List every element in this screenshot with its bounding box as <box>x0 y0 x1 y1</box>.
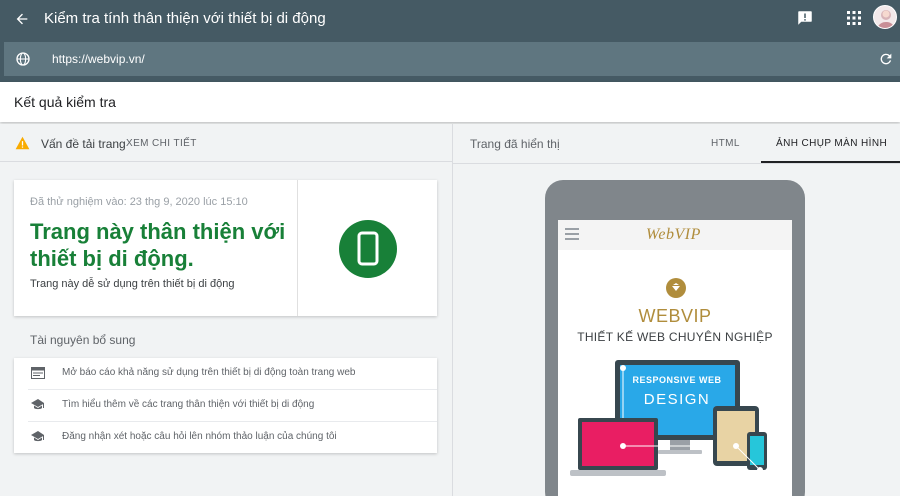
app-header: Kiểm tra tính thân thiện với thiết bị di… <box>0 0 900 82</box>
arrow-back-icon <box>16 13 28 25</box>
school-icon <box>31 399 44 410</box>
page-title: Kiểm tra tính thân thiện với thiết bị di… <box>44 10 326 27</box>
resource-item-learn[interactable]: Tìm hiểu thêm về các trang thân thiện vớ… <box>14 390 437 421</box>
site-hero-title: WEBVIP <box>638 306 712 326</box>
site-header: WebVIP <box>558 220 792 250</box>
resources-list: Mở báo cáo khả năng sử dụng trên thiết b… <box>14 358 437 453</box>
feedback-icon[interactable] <box>796 9 814 27</box>
site-logo: WebVIP <box>646 226 701 243</box>
tab-html[interactable]: HTML <box>711 138 740 149</box>
school-icon <box>31 431 44 442</box>
menu-icon <box>565 228 579 240</box>
smartphone-icon <box>357 231 379 266</box>
page-loading-issues-bar: Vấn đề tải trang XEM CHI TIẾT <box>0 124 452 162</box>
resource-item-discuss[interactable]: Đăng nhận xét hoặc câu hỏi lên nhóm thảo… <box>14 422 437 453</box>
verdict-headline: Trang này thân thiện với thiết bị di độn… <box>30 219 286 271</box>
results-pane: Vấn đề tải trang XEM CHI TIẾT Đã thử ngh… <box>0 124 452 496</box>
url-text[interactable]: https://webvip.vn/ <box>52 52 145 66</box>
preview-pane: Trang đã hiển thị HTML ẢNH CHỤP MÀN HÌNH… <box>452 124 900 496</box>
mobile-friendly-badge <box>339 220 397 278</box>
globe-icon <box>16 52 30 66</box>
results-heading: Kết quả kiểm tra <box>14 94 116 110</box>
responsive-design-illustration: RESPONSIVE WEB DESIGN <box>570 360 767 476</box>
resources-title: Tài nguyên bổ sung <box>30 333 136 347</box>
card-divider <box>297 180 298 316</box>
illustration-line2: DESIGN <box>644 391 711 408</box>
back-button[interactable] <box>9 6 35 32</box>
title-row: Kiểm tra tính thân thiện với thiết bị di… <box>0 0 900 38</box>
tab-screenshot[interactable]: ẢNH CHỤP MÀN HÌNH <box>776 138 887 149</box>
preview-tabs-bar: Trang đã hiển thị HTML ẢNH CHỤP MÀN HÌNH <box>453 124 900 164</box>
avatar-image <box>877 10 895 28</box>
screenshot-viewport: WebVIP WEBVIP THIẾT KẾ WEB CHUYÊN NGHIỆP… <box>558 220 792 496</box>
url-bar[interactable]: https://webvip.vn/ <box>4 42 900 76</box>
apps-grid-icon[interactable] <box>846 10 862 26</box>
issues-label: Vấn đề tải trang <box>41 137 126 151</box>
resource-item-report[interactable]: Mở báo cáo khả năng sử dụng trên thiết b… <box>14 358 437 389</box>
report-icon <box>31 367 45 379</box>
illustration-line1: RESPONSIVE WEB <box>632 375 721 385</box>
emblem-icon <box>666 278 686 298</box>
results-header: Kết quả kiểm tra <box>0 82 900 122</box>
site-hero-subtitle: THIẾT KẾ WEB CHUYÊN NGHIỆP <box>577 330 773 344</box>
warning-icon <box>15 136 30 150</box>
resource-item-label: Mở báo cáo khả năng sử dụng trên thiết b… <box>62 367 356 378</box>
tested-timestamp: Đã thử nghiệm vào: 23 thg 9, 2020 lúc 15… <box>30 196 248 208</box>
verdict-card: Đã thử nghiệm vào: 23 thg 9, 2020 lúc 15… <box>14 180 437 316</box>
resource-item-label: Tìm hiểu thêm về các trang thân thiện vớ… <box>62 399 315 410</box>
view-details-link[interactable]: XEM CHI TIẾT <box>126 138 197 149</box>
selected-tab-indicator <box>761 161 900 163</box>
phone-frame: WebVIP WEBVIP THIẾT KẾ WEB CHUYÊN NGHIỆP… <box>545 180 805 496</box>
account-avatar[interactable] <box>873 5 897 29</box>
reload-icon[interactable] <box>878 51 894 67</box>
resource-item-label: Đăng nhận xét hoặc câu hỏi lên nhóm thảo… <box>62 431 337 442</box>
rendered-page-label: Trang đã hiển thị <box>470 137 560 151</box>
verdict-subtext: Trang này dễ sử dụng trên thiết bị di độ… <box>30 278 235 290</box>
